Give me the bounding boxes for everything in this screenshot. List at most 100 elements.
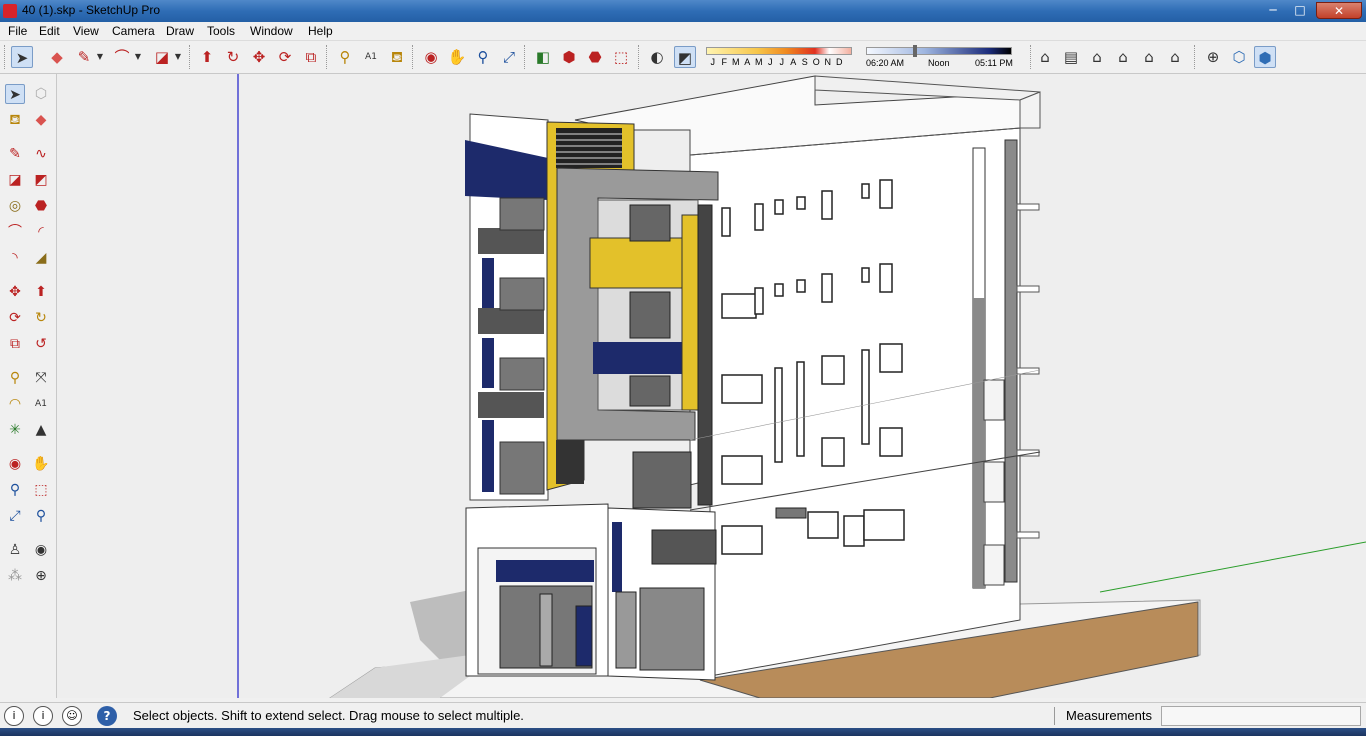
minimize-button[interactable]: ─ [1262, 2, 1284, 19]
walk-icon: ⁂ [8, 568, 22, 584]
maximize-button[interactable]: □ [1289, 2, 1311, 19]
menu-view[interactable]: View [73, 24, 99, 38]
select-icon: ➤ [9, 87, 21, 103]
dimension-tool[interactable]: ⤧ [31, 368, 51, 388]
front-view-button[interactable]: ⌂ [1086, 46, 1108, 68]
pan-tool[interactable]: ✋ [446, 46, 468, 68]
section-plane-tool[interactable]: ◧ [532, 46, 554, 68]
geo-location-icon[interactable]: i [4, 706, 24, 726]
text-tool[interactable]: A1 [31, 394, 51, 414]
line-tool[interactable]: ✎ [5, 144, 25, 164]
pan-tool[interactable]: ✋ [31, 454, 51, 474]
rectangle-tool[interactable]: ◪ [151, 46, 173, 68]
previous-view-tool[interactable]: ⚲ [31, 506, 51, 526]
three-point-arc-tool[interactable]: ◝ [5, 248, 25, 268]
menu-file[interactable]: File [8, 24, 27, 38]
tape-measure-tool[interactable]: ⚲ [5, 368, 25, 388]
arc-tool[interactable]: ⌒ [5, 222, 25, 242]
sketchup-logo-icon [3, 4, 17, 18]
rotate-icon: ⟳ [9, 310, 21, 326]
menu-draw[interactable]: Draw [166, 24, 194, 38]
user-account-icon[interactable]: ☺ [62, 706, 82, 726]
polygon-tool[interactable]: ⬣ [31, 196, 51, 216]
rectangle-dropdown[interactable]: ▼ [174, 46, 182, 68]
move-tool[interactable]: ✥ [5, 282, 25, 302]
menu-edit[interactable]: Edit [39, 24, 60, 38]
freehand-tool[interactable]: ∿ [31, 144, 51, 164]
zoom-extents-tool[interactable]: ⤢ [498, 46, 520, 68]
paint-bucket-tool[interactable]: ⛾ [5, 110, 25, 130]
scale-tool[interactable]: ⧉ [300, 46, 322, 68]
select-tool[interactable]: ➤ [11, 46, 33, 68]
drawing-viewport[interactable] [57, 74, 1366, 698]
menu-window[interactable]: Window [250, 24, 293, 38]
shadow-month-slider[interactable] [706, 47, 852, 55]
zoom-tool[interactable]: ⚲ [5, 480, 25, 500]
3d-text-tool[interactable]: ▲ [31, 420, 51, 440]
select-tool[interactable]: ➤ [5, 84, 25, 104]
make-component-tool[interactable]: ⬡ [31, 84, 51, 104]
toolbar-grip[interactable] [4, 45, 7, 69]
protractor-tool[interactable]: ◠ [5, 394, 25, 414]
right-view-button[interactable]: ⌂ [1112, 46, 1134, 68]
shadow-time-slider[interactable] [866, 47, 1012, 55]
sketchup-window: 40 (1).skp - SketchUp Pro ─ □ ✕ File Edi… [0, 0, 1366, 736]
circle-tool[interactable]: ◎ [5, 196, 25, 216]
shadows-toggle[interactable]: ◐ [646, 46, 668, 68]
menu-camera[interactable]: Camera [112, 24, 155, 38]
look-around-tool[interactable]: ◉ [31, 540, 51, 560]
move-tool[interactable]: ✥ [248, 46, 270, 68]
credits-icon[interactable]: i [33, 706, 53, 726]
offset-tool[interactable]: ↺ [31, 334, 51, 354]
top-view-button[interactable]: ▤ [1060, 46, 1082, 68]
wireframe-toggle[interactable]: ⬡ [1228, 46, 1250, 68]
axes-tool[interactable]: ✳ [5, 420, 25, 440]
follow-me-tool[interactable]: ↻ [222, 46, 244, 68]
back-view-button[interactable]: ⌂ [1138, 46, 1160, 68]
text-icon: A1 [35, 399, 47, 409]
menu-help[interactable]: Help [308, 24, 333, 38]
top-view-icon: ▤ [1063, 48, 1079, 66]
iso-view-button[interactable]: ⌂ [1034, 46, 1056, 68]
orbit-tool[interactable]: ◉ [5, 454, 25, 474]
measurements-input[interactable] [1161, 706, 1361, 726]
eraser-tool[interactable]: ◆ [31, 110, 51, 130]
eraser-tool[interactable]: ◆ [46, 46, 68, 68]
help-icon[interactable]: ? [97, 706, 117, 726]
warehouse-button[interactable]: ⬚ [610, 46, 632, 68]
walk-tool[interactable]: ⁂ [5, 566, 25, 586]
rotate-tool[interactable]: ⟳ [5, 308, 25, 328]
pencil-dropdown[interactable]: ▼ [96, 46, 104, 68]
move-icon: ✥ [9, 284, 21, 300]
paint-bucket-tool[interactable]: ⛾ [386, 46, 408, 68]
position-camera-tool[interactable]: ♙ [5, 540, 25, 560]
zoom-tool[interactable]: ⚲ [472, 46, 494, 68]
arc-dropdown[interactable]: ▼ [134, 46, 142, 68]
time-slider-thumb[interactable] [913, 45, 917, 57]
rotate-tool[interactable]: ⟳ [274, 46, 296, 68]
section-plane-tool[interactable]: ⊕ [31, 566, 51, 586]
text-tool[interactable]: A1 [360, 46, 382, 68]
components-button[interactable]: ⬢ [558, 46, 580, 68]
left-view-button[interactable]: ⌂ [1164, 46, 1186, 68]
pie-tool[interactable]: ◢ [31, 248, 51, 268]
shaded-textures-toggle[interactable]: ⬢ [1254, 46, 1276, 68]
zoom-window-tool[interactable]: ⬚ [31, 480, 51, 500]
follow-me-tool[interactable]: ↻ [31, 308, 51, 328]
rotated-rectangle-tool[interactable]: ◩ [31, 170, 51, 190]
rectangle-tool[interactable]: ◪ [5, 170, 25, 190]
scale-tool[interactable]: ⧉ [5, 334, 25, 354]
arc-tool[interactable]: ⌒ [111, 46, 133, 68]
fog-toggle[interactable]: ◩ [674, 46, 696, 68]
pencil-tool[interactable]: ✎ [73, 46, 95, 68]
menu-tools[interactable]: Tools [207, 24, 235, 38]
two-point-arc-tool[interactable]: ◜ [31, 222, 51, 242]
push-pull-tool[interactable]: ⬆ [196, 46, 218, 68]
close-button[interactable]: ✕ [1316, 2, 1362, 19]
orbit-tool[interactable]: ◉ [420, 46, 442, 68]
xray-toggle[interactable]: ⊕ [1202, 46, 1224, 68]
zoom-extents-tool[interactable]: ⤢ [5, 506, 25, 526]
push-pull-tool[interactable]: ⬆ [31, 282, 51, 302]
materials-button[interactable]: ⬣ [584, 46, 606, 68]
tape-measure-tool[interactable]: ⚲ [334, 46, 356, 68]
